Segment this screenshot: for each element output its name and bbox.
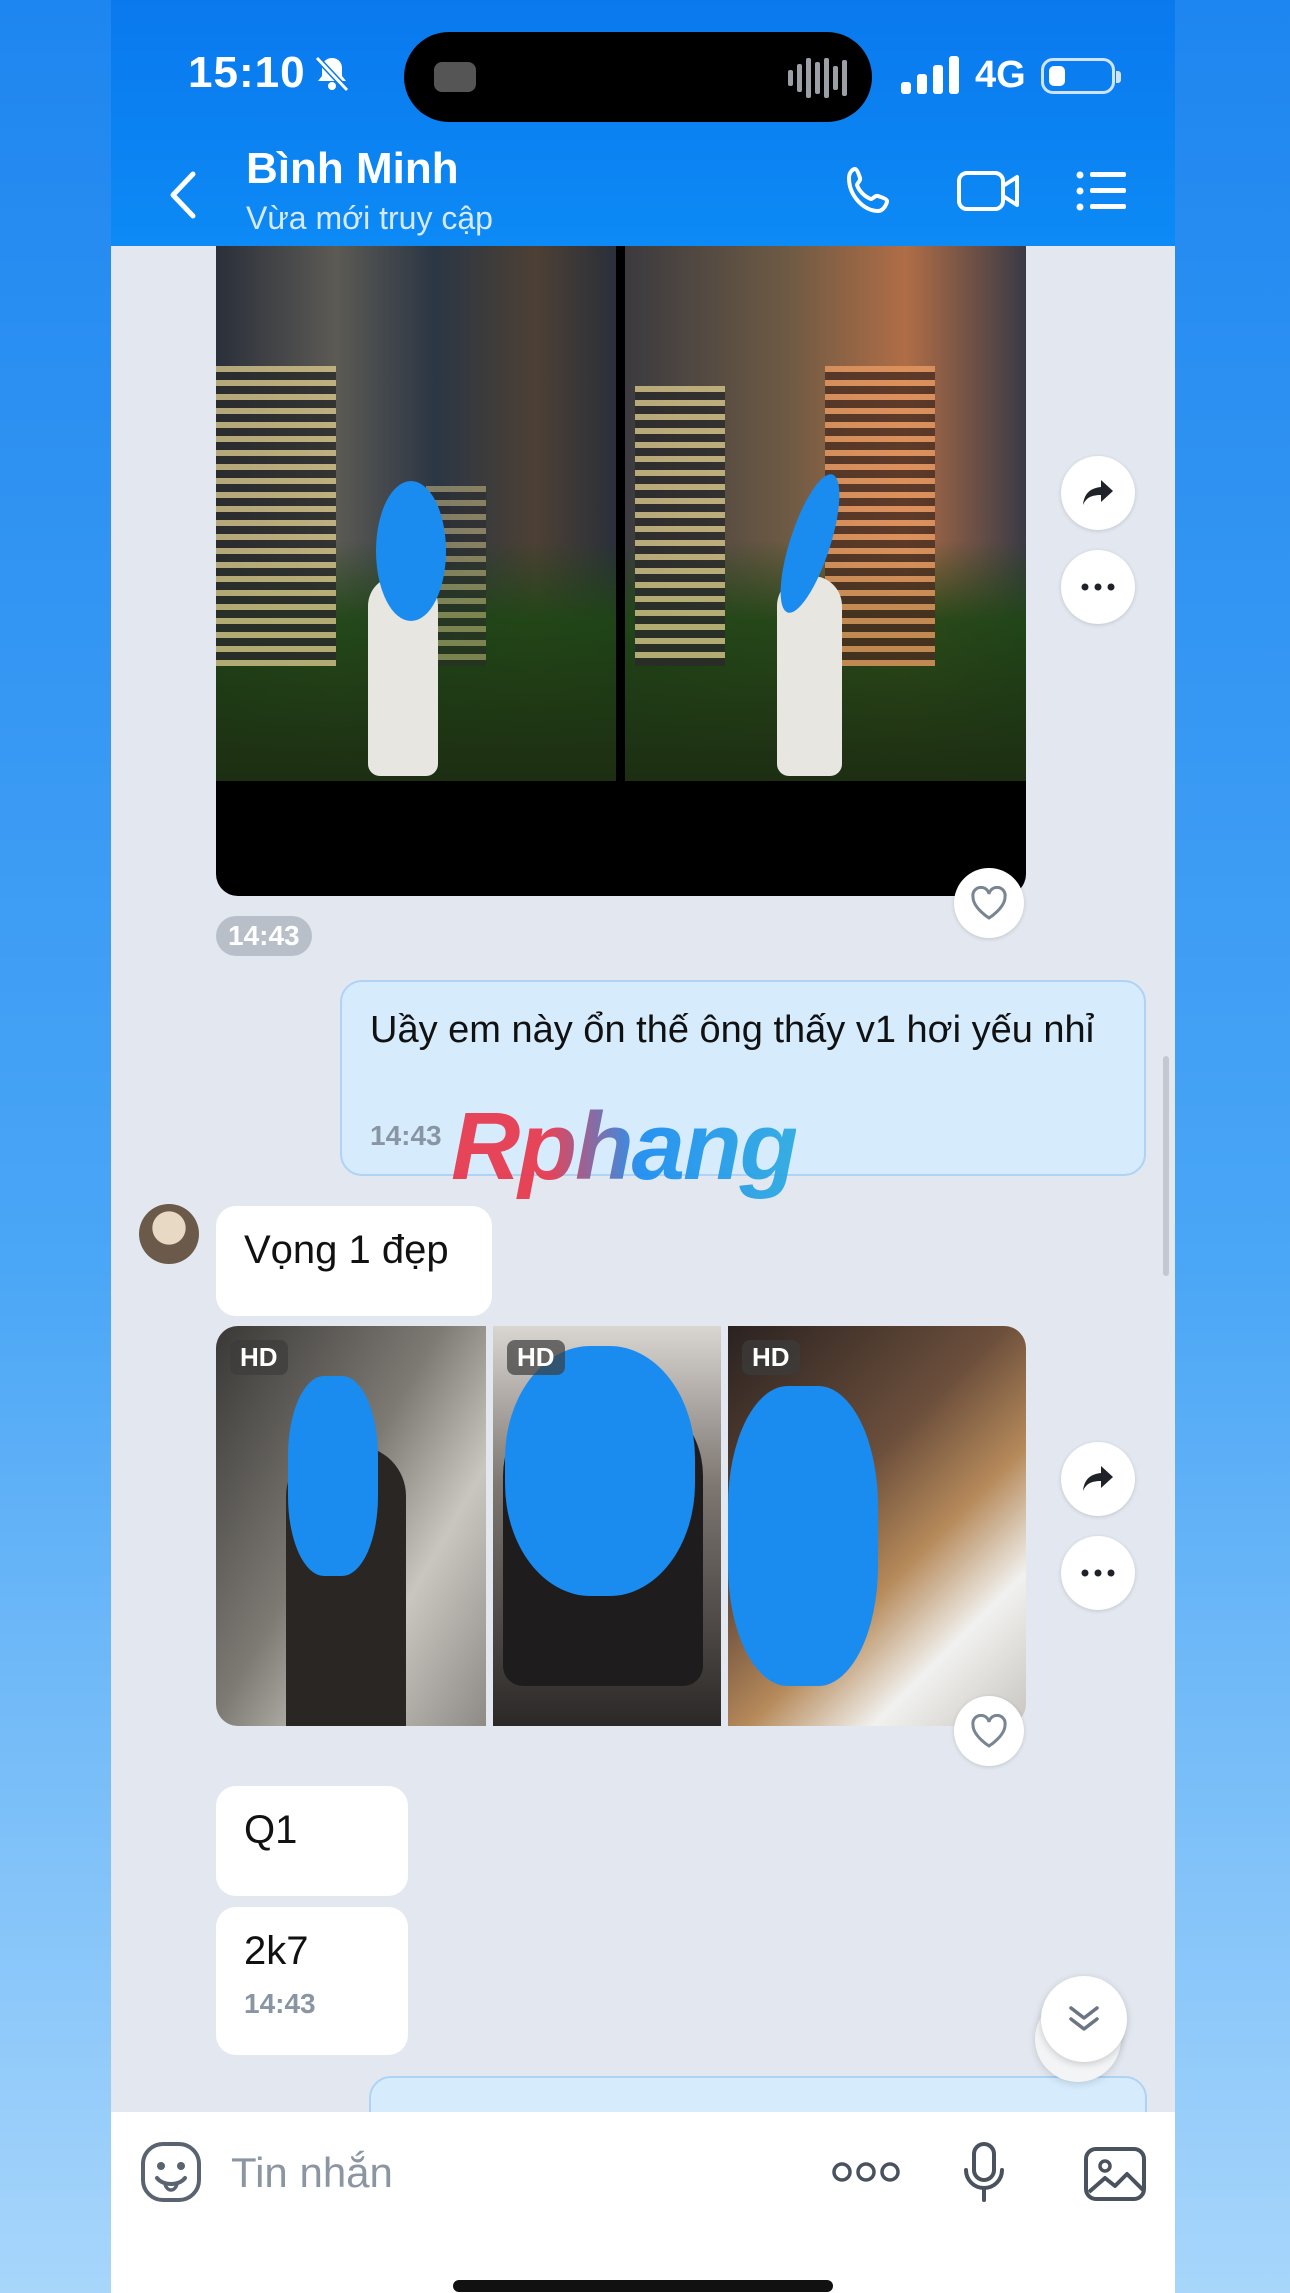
status-time: 15:10 (188, 48, 306, 97)
network-label: 4G (975, 54, 1026, 96)
message-time: 14:43 (216, 916, 312, 956)
like-button[interactable] (954, 868, 1024, 938)
battery-icon (1041, 58, 1121, 94)
chat-header: 15:10 4G Bình Minh Vừa mới truy cập (111, 0, 1175, 246)
contact-status: Vừa mới truy cập (246, 200, 493, 236)
island-thumbnail (434, 62, 476, 92)
photo-grid-message[interactable]: HD HD HD (216, 1326, 1026, 1726)
video-call-icon[interactable] (956, 168, 1020, 214)
more-icon (1081, 583, 1115, 591)
forward-button[interactable] (1061, 1442, 1135, 1516)
forward-icon (1083, 480, 1113, 505)
menu-icon[interactable] (1076, 170, 1128, 212)
dynamic-island (404, 32, 872, 122)
more-options-button[interactable] (1061, 550, 1135, 624)
forward-button[interactable] (1061, 456, 1135, 530)
scrollbar[interactable] (1163, 1056, 1169, 1276)
outgoing-message[interactable] (369, 2076, 1147, 2112)
message-time: 14:43 (370, 1120, 442, 1151)
more-icon (1081, 1569, 1115, 1577)
message-input[interactable] (229, 2142, 793, 2204)
signal-icon (901, 56, 959, 94)
chevron-double-down-icon (1069, 2006, 1099, 2031)
hd-badge: HD (742, 1340, 800, 1375)
heart-icon (971, 1714, 1007, 1748)
incoming-message[interactable]: Vọng 1 đẹp (216, 1206, 492, 1316)
watermark-logo: Rphang (451, 1093, 798, 1200)
home-indicator[interactable] (453, 2280, 833, 2292)
more-options-button[interactable] (1061, 1536, 1135, 1610)
hd-badge: HD (507, 1340, 565, 1375)
photo-thumbnail[interactable]: HD (493, 1326, 721, 1726)
back-icon[interactable] (163, 170, 203, 220)
call-icon[interactable] (843, 165, 895, 217)
message-composer (111, 2112, 1175, 2293)
chat-messages[interactable]: 14:43 Uầy em này ổn thế ông thấy v1 hơi … (111, 246, 1175, 2112)
incoming-message[interactable]: 2k7 14:43 (216, 1907, 408, 2055)
more-icon[interactable] (831, 2160, 901, 2184)
hd-badge: HD (230, 1340, 288, 1375)
like-button[interactable] (954, 1696, 1024, 1766)
message-text: Q1 (244, 1808, 298, 1852)
photo-thumbnail[interactable]: HD (216, 1326, 486, 1726)
emoji-icon[interactable] (139, 2140, 203, 2204)
phone-screen: 15:10 4G Bình Minh Vừa mới truy cập 14:4… (111, 0, 1175, 2293)
photo-thumbnail[interactable] (216, 246, 616, 896)
message-text: Vọng 1 đẹp (244, 1228, 449, 1272)
message-text: 2k7 (244, 1929, 309, 1973)
contact-name[interactable]: Bình Minh (246, 144, 459, 194)
mic-icon[interactable] (961, 2142, 1007, 2204)
incoming-message[interactable]: Q1 (216, 1786, 408, 1896)
forward-icon (1083, 1466, 1113, 1491)
audio-wave-icon (788, 58, 847, 98)
message-text: Uầy em này ổn thế ông thấy v1 hơi yếu nh… (370, 1009, 1095, 1051)
message-time: 14:43 (244, 1988, 316, 2019)
avatar[interactable] (139, 1204, 199, 1264)
photo-message[interactable] (216, 246, 1026, 896)
scroll-to-bottom-button[interactable] (1041, 1976, 1127, 2062)
image-icon[interactable] (1083, 2146, 1147, 2202)
photo-thumbnail[interactable] (625, 246, 1026, 896)
heart-icon (971, 886, 1007, 920)
bell-slash-icon (314, 55, 350, 93)
photo-thumbnail[interactable]: HD (728, 1326, 1026, 1726)
